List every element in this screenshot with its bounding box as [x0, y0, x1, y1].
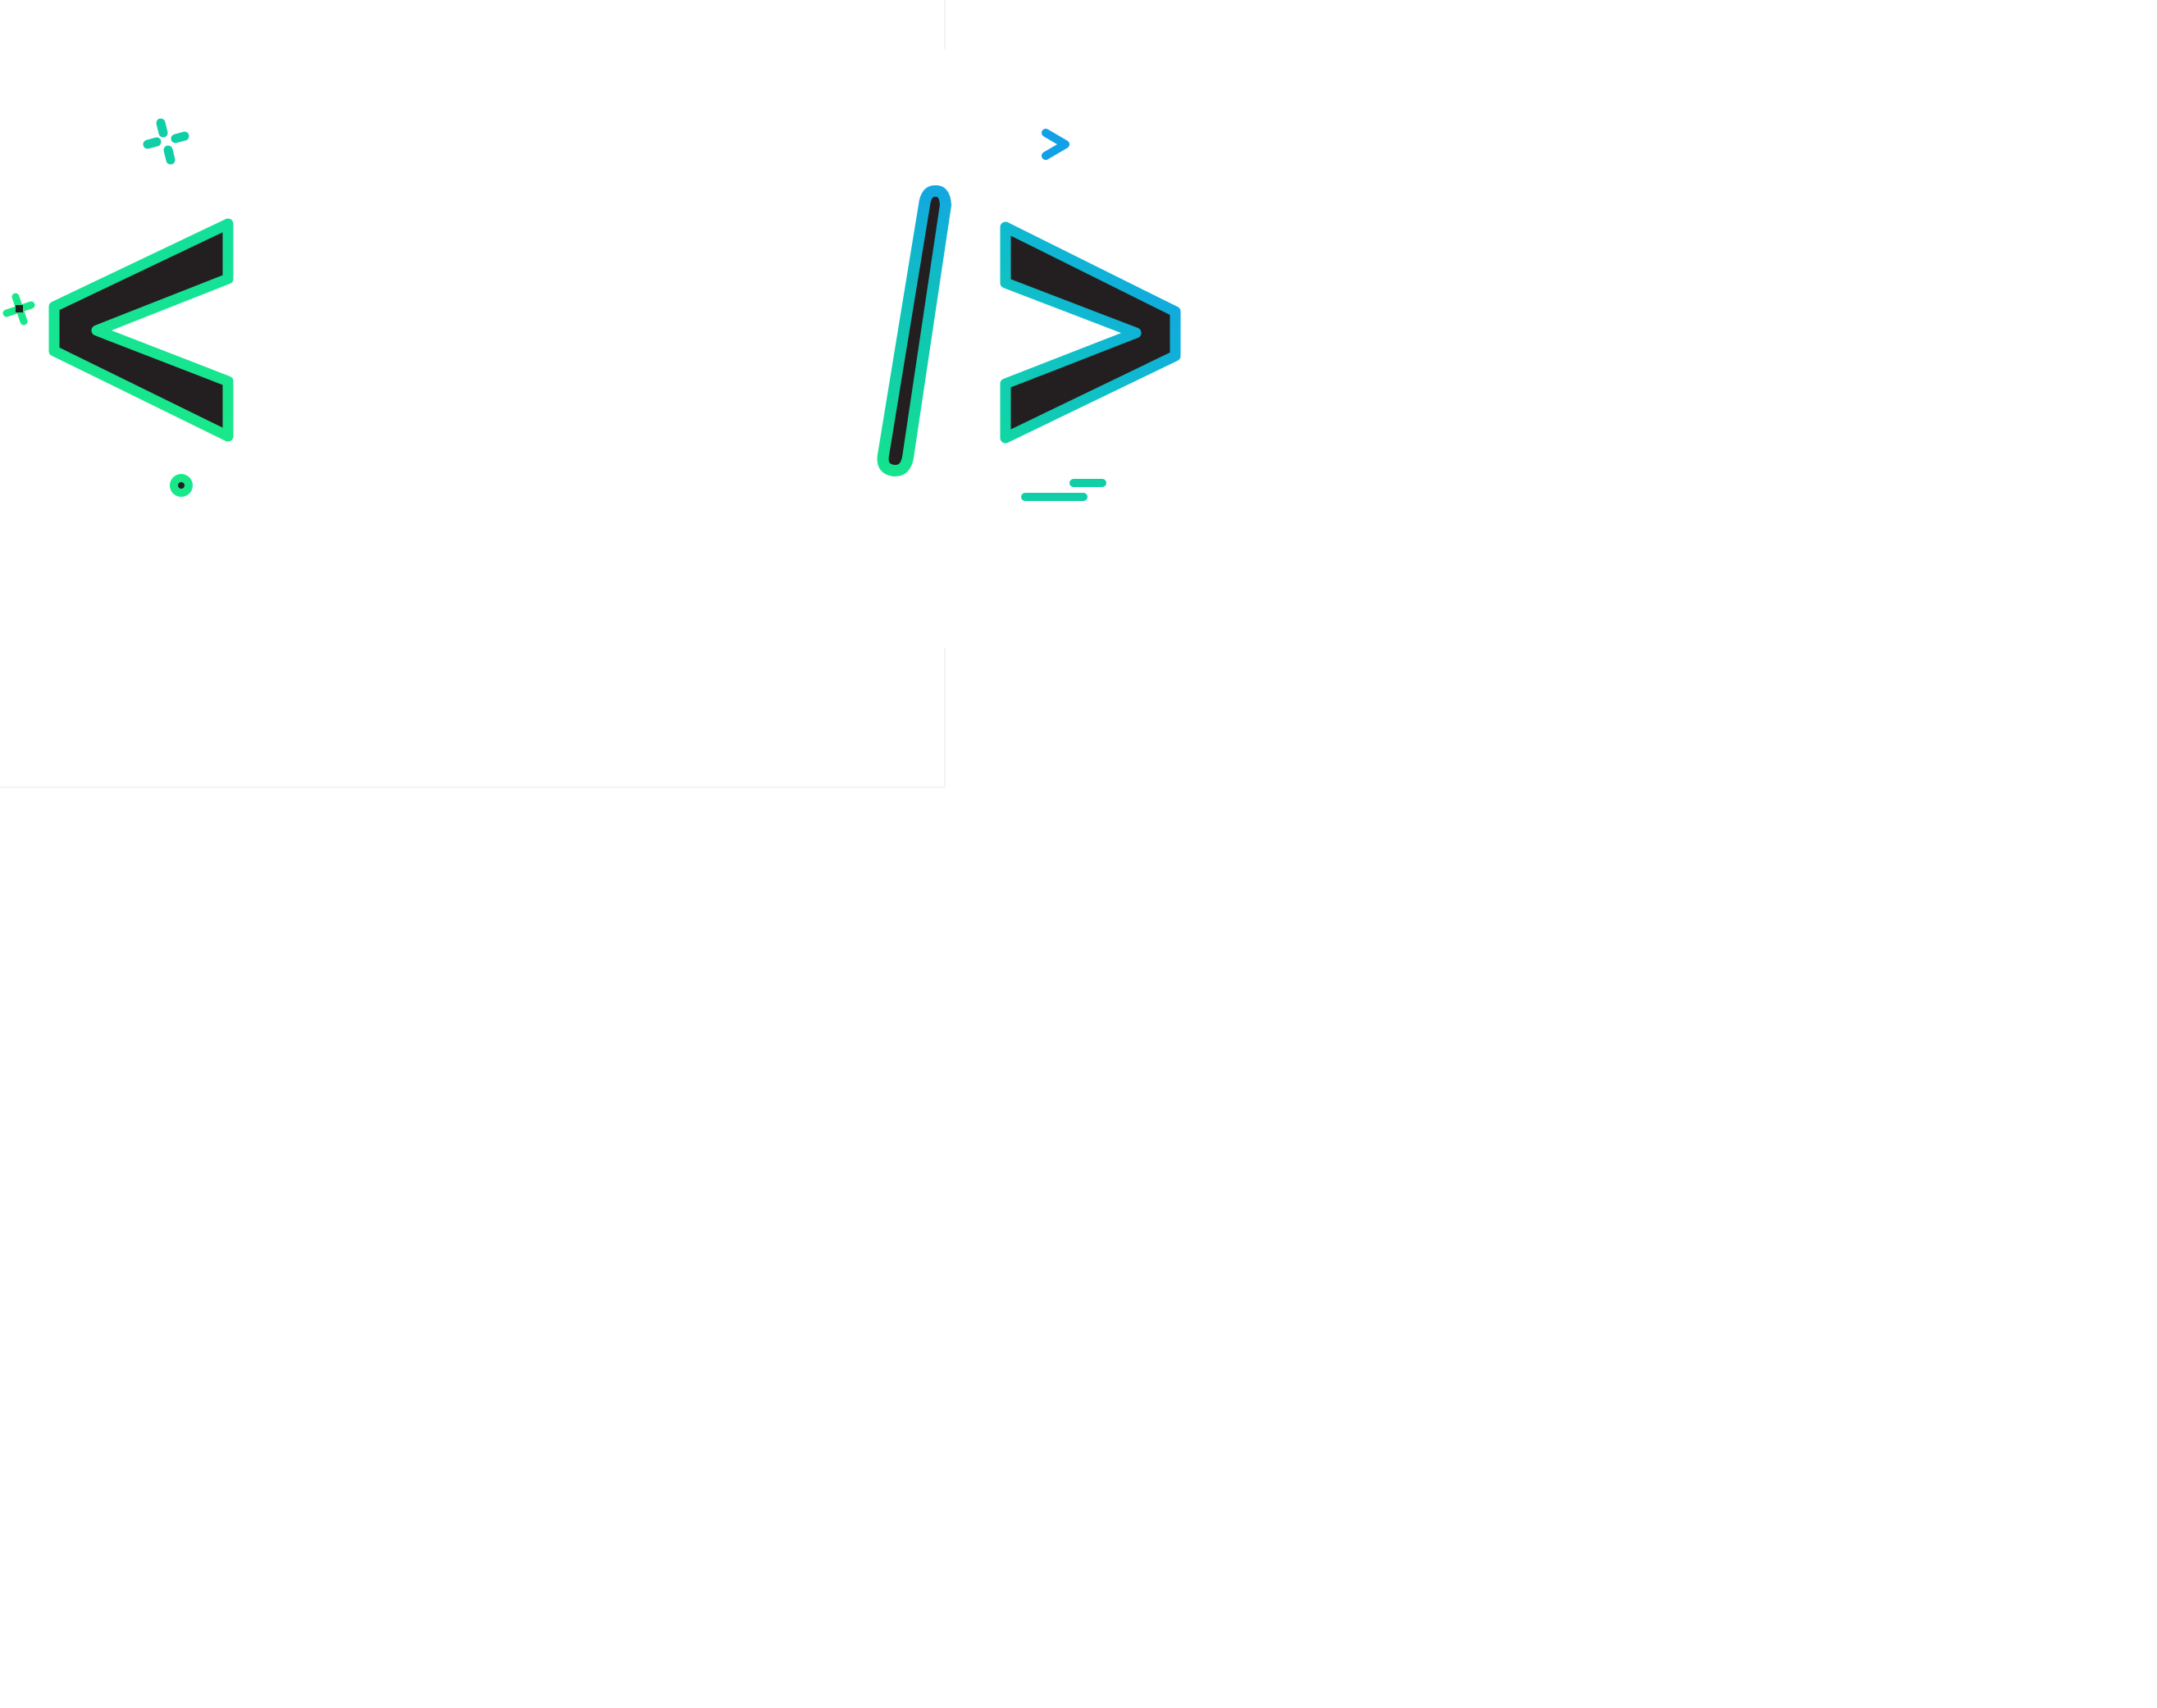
logo-canvas [0, 0, 2157, 1704]
cross-center [16, 305, 23, 312]
less-than-bracket-icon [48, 218, 234, 442]
sparkle-icon [143, 118, 189, 165]
dot-center [178, 482, 185, 489]
slash-icon [877, 184, 951, 477]
greater-than-bracket-icon [1000, 221, 1181, 444]
small-chevron-icon [1042, 129, 1069, 160]
dash-lines-icon [1021, 479, 1106, 501]
code-tag-logo [0, 0, 1181, 788]
